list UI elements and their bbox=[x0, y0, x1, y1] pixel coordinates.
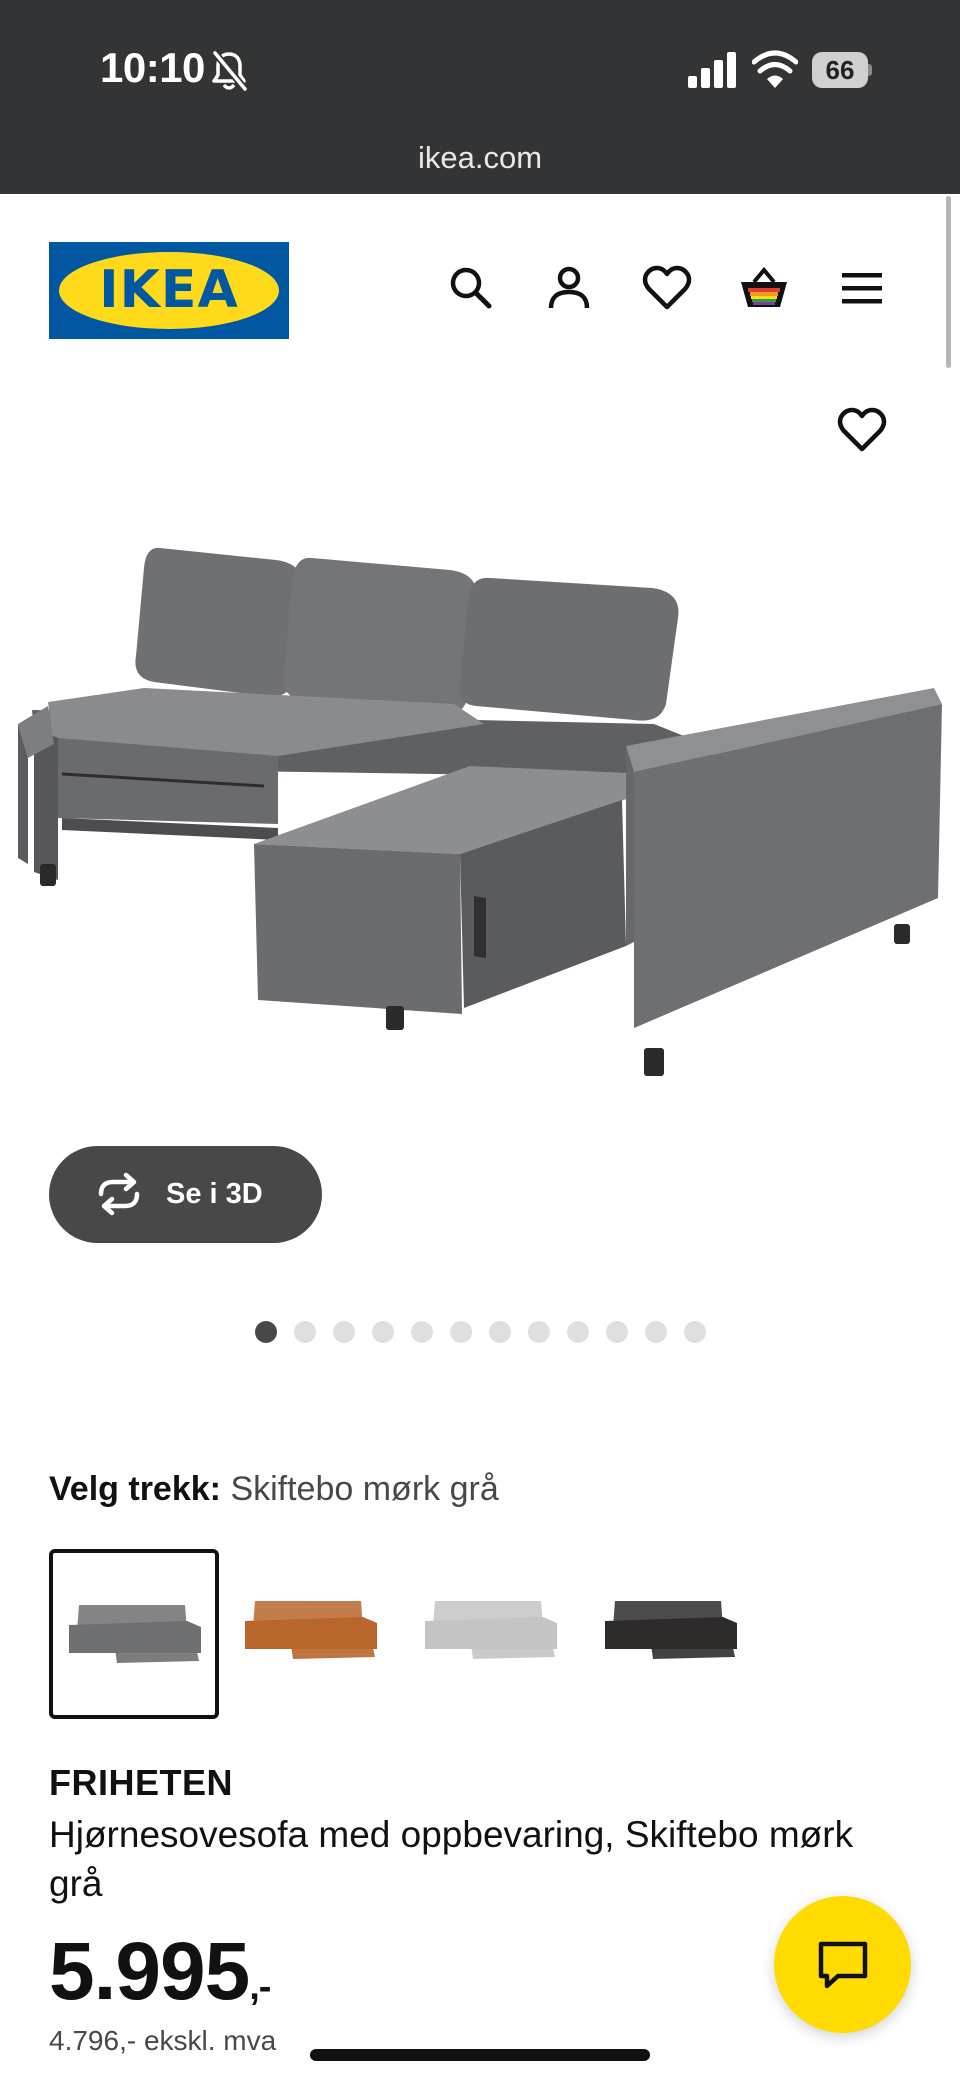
home-indicator[interactable] bbox=[310, 2049, 650, 2061]
account-icon[interactable] bbox=[543, 262, 595, 314]
gallery-pagination[interactable] bbox=[255, 1321, 706, 1343]
product-image[interactable] bbox=[14, 528, 944, 1088]
shopping-bag-icon[interactable] bbox=[738, 262, 790, 314]
product-price: 5.995,- bbox=[49, 1925, 271, 2019]
ikea-logo[interactable]: IKEA bbox=[49, 242, 289, 339]
chat-icon bbox=[818, 1941, 868, 1989]
add-to-favourites-icon[interactable] bbox=[836, 404, 888, 456]
pagination-dot[interactable] bbox=[411, 1321, 433, 1343]
sofa-thumbnail bbox=[425, 1601, 557, 1659]
battery-icon: 66 bbox=[812, 52, 872, 88]
pagination-dot[interactable] bbox=[684, 1321, 706, 1343]
pagination-dot[interactable] bbox=[645, 1321, 667, 1343]
address-bar[interactable]: ikea.com bbox=[0, 140, 960, 176]
cellular-signal-icon bbox=[688, 52, 736, 88]
status-time: 10:10 bbox=[100, 44, 205, 91]
view-in-3d-label: Se i 3D bbox=[166, 1178, 263, 1210]
pagination-dot[interactable] bbox=[294, 1321, 316, 1343]
pagination-dot[interactable] bbox=[567, 1321, 589, 1343]
browser-top-bar: 10:10 66 ikea.com bbox=[0, 0, 960, 194]
cover-swatch[interactable] bbox=[409, 1549, 579, 1719]
cover-swatch[interactable] bbox=[49, 1549, 219, 1719]
cover-swatch[interactable] bbox=[589, 1549, 759, 1719]
chat-button[interactable] bbox=[774, 1896, 911, 2033]
cover-swatch[interactable] bbox=[229, 1549, 399, 1719]
pagination-dot[interactable] bbox=[489, 1321, 511, 1343]
product-name[interactable]: FRIHETEN bbox=[49, 1762, 233, 1804]
price-suffix: ,- bbox=[249, 1966, 271, 2008]
bell-slash-icon bbox=[212, 50, 248, 92]
scrollbar[interactable] bbox=[946, 196, 951, 368]
pagination-dot[interactable] bbox=[528, 1321, 550, 1343]
rotate-3d-icon bbox=[98, 1172, 140, 1216]
pagination-dot[interactable] bbox=[372, 1321, 394, 1343]
cover-selection-label: Velg trekk: bbox=[49, 1470, 221, 1508]
pagination-dot[interactable] bbox=[606, 1321, 628, 1343]
cover-selection-value: Skiftebo mørk grå bbox=[230, 1470, 499, 1508]
pagination-dot[interactable] bbox=[255, 1321, 277, 1343]
pagination-dot[interactable] bbox=[333, 1321, 355, 1343]
heart-icon[interactable] bbox=[641, 262, 693, 314]
product-description: Hjørnesovesofa med oppbevaring, Skiftebo… bbox=[49, 1814, 854, 1904]
battery-level: 66 bbox=[825, 55, 855, 85]
pagination-dot[interactable] bbox=[450, 1321, 472, 1343]
sofa-thumbnail bbox=[245, 1601, 377, 1659]
sofa-thumbnail bbox=[69, 1605, 201, 1663]
wifi-icon bbox=[752, 50, 798, 88]
search-icon[interactable] bbox=[445, 262, 497, 314]
price-value: 5.995 bbox=[49, 1926, 250, 2017]
price-ex-vat: 4.796,- ekskl. mva bbox=[49, 2025, 277, 2056]
cover-selection: Velg trekk: Skiftebo mørk grå bbox=[49, 1470, 499, 1509]
view-in-3d-button[interactable]: Se i 3D bbox=[49, 1146, 322, 1243]
menu-icon[interactable] bbox=[836, 262, 888, 314]
sofa-thumbnail bbox=[605, 1601, 737, 1659]
